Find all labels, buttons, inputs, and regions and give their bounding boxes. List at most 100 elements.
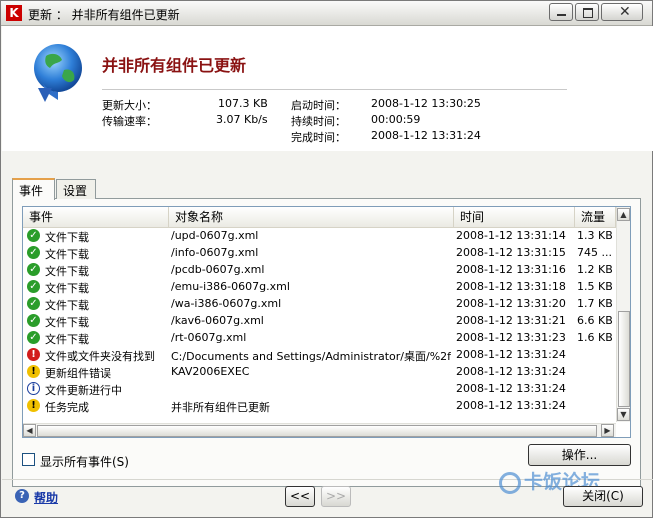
event-list[interactable]: 事件 对象名称 时间 流量 ✓ 文件下载/upd-0607g.xml 2008-1-… xyxy=(22,206,631,438)
maximize-icon xyxy=(583,8,593,18)
row-event: 文件下载 xyxy=(45,248,89,261)
row-traffic: 6.6 KB xyxy=(577,314,613,327)
scroll-left-button[interactable]: ◀ xyxy=(23,424,36,437)
row-time: 2008-1-12 13:31:24 xyxy=(456,348,566,361)
watermark-logo-icon xyxy=(499,471,521,494)
row-event: 任务完成 xyxy=(45,401,89,414)
close-icon: ✕ xyxy=(619,4,631,20)
row-object: /pcdb-0607g.xml xyxy=(171,263,265,276)
table-row[interactable]: ✓ 文件下载/rt-0607g.xml 2008-1-12 13:31:23 1.6 … xyxy=(23,330,616,347)
column-header-object[interactable]: 对象名称 xyxy=(169,207,454,227)
column-header-time[interactable]: 时间 xyxy=(454,207,575,227)
row-time: 2008-1-12 13:31:24 xyxy=(456,382,566,395)
window-title: 更新 ： 并非所有组件已更新 xyxy=(28,8,180,22)
maximize-button[interactable] xyxy=(575,3,599,21)
start-time-value: 2008-1-12 13:30:25 xyxy=(371,97,481,110)
tab-settings[interactable]: 设置 xyxy=(56,179,96,199)
row-time: 2008-1-12 13:31:24 xyxy=(456,365,566,378)
success-check-icon: ✓ xyxy=(27,280,40,293)
row-time: 2008-1-12 13:31:23 xyxy=(456,331,566,344)
update-window: K 更新 ： 并非所有组件已更新 ✕ 并非所有组件已更新 更新大小： 107.3… xyxy=(0,0,653,518)
event-rows: ✓ 文件下载/upd-0607g.xml 2008-1-12 13:31:14 1.3… xyxy=(23,228,616,415)
table-row[interactable]: ✓ 文件下载/upd-0607g.xml 2008-1-12 13:31:14 1.3… xyxy=(23,228,616,245)
vertical-scrollbar[interactable]: ▲ ▼ xyxy=(616,207,630,422)
header-divider xyxy=(102,89,567,90)
row-traffic: 745 ... xyxy=(577,246,612,259)
success-check-icon: ✓ xyxy=(27,331,40,344)
status-headline: 并非所有组件已更新 xyxy=(102,56,247,75)
help-link[interactable]: 帮助 xyxy=(34,489,58,506)
update-globe-icon xyxy=(34,44,82,102)
row-event: 文件或文件夹没有找到 xyxy=(45,350,155,363)
back-button[interactable]: << xyxy=(285,486,315,507)
success-check-icon: ✓ xyxy=(27,314,40,327)
start-time-label: 启动时间： xyxy=(291,99,346,112)
column-header-event[interactable]: 事件 xyxy=(23,207,169,227)
table-row[interactable]: i 文件更新进行中 2008-1-12 13:31:24 xyxy=(23,381,616,398)
row-event: 文件下载 xyxy=(45,333,89,346)
operation-button[interactable]: 操作... xyxy=(528,444,631,466)
success-check-icon: ✓ xyxy=(27,246,40,259)
success-check-icon: ✓ xyxy=(27,297,40,310)
column-header-traffic[interactable]: 流量 xyxy=(575,207,616,227)
row-traffic: 1.2 KB xyxy=(577,263,613,276)
row-time: 2008-1-12 13:31:15 xyxy=(456,246,566,259)
table-row[interactable]: ✓ 文件下载/info-0607g.xml 2008-1-12 13:31:15 74… xyxy=(23,245,616,262)
row-traffic: 1.7 KB xyxy=(577,297,613,310)
info-icon: i xyxy=(27,382,40,395)
horizontal-scrollbar[interactable]: ◀ ▶ xyxy=(23,423,616,437)
table-row[interactable]: ! 任务完成 并非所有组件已更新 2008-1-12 13:31:24 xyxy=(23,398,616,415)
scroll-up-button[interactable]: ▲ xyxy=(617,208,630,221)
warning-icon: ! xyxy=(27,399,40,412)
show-all-events-label[interactable]: 显示所有事件(S) xyxy=(40,453,129,470)
success-check-icon: ✓ xyxy=(27,229,40,242)
transfer-rate-value: 3.07 Kb/s xyxy=(216,113,268,126)
table-row[interactable]: ✓ 文件下载/wa-i386-0607g.xml 2008-1-12 13:31:2… xyxy=(23,296,616,313)
transfer-rate-label: 传输速率： xyxy=(102,115,157,128)
table-row[interactable]: ✓ 文件下载/emu-i386-0607g.xml 2008-1-12 13:31:… xyxy=(23,279,616,296)
title-bar[interactable]: K 更新 ： 并非所有组件已更新 ✕ xyxy=(1,1,652,26)
scroll-right-button[interactable]: ▶ xyxy=(601,424,614,437)
horizontal-scroll-thumb[interactable] xyxy=(37,425,597,437)
table-row[interactable]: ✓ 文件下载/kav6-0607g.xml 2008-1-12 13:31:21 6.… xyxy=(23,313,616,330)
minimize-button[interactable] xyxy=(549,3,573,21)
row-time: 2008-1-12 13:31:18 xyxy=(456,280,566,293)
forward-button[interactable]: >> xyxy=(321,486,351,507)
help-icon[interactable]: ? xyxy=(15,489,29,503)
row-traffic: 1.6 KB xyxy=(577,331,613,344)
row-object: /wa-i386-0607g.xml xyxy=(171,297,282,310)
row-event: 更新组件错误 xyxy=(45,367,111,380)
row-object: C:/Documents and Settings/Administrator/… xyxy=(171,350,451,363)
duration-value: 00:00:59 xyxy=(371,113,421,126)
warning-icon: ! xyxy=(27,365,40,378)
row-event: 文件更新进行中 xyxy=(45,384,122,397)
row-time: 2008-1-12 13:31:20 xyxy=(456,297,566,310)
table-row[interactable]: ✓ 文件下载/pcdb-0607g.xml 2008-1-12 13:31:16 1.… xyxy=(23,262,616,279)
success-check-icon: ✓ xyxy=(27,263,40,276)
tab-events[interactable]: 事件 xyxy=(12,178,55,200)
duration-label: 持续时间： xyxy=(291,115,346,128)
update-size-value: 107.3 KB xyxy=(218,97,268,110)
row-time: 2008-1-12 13:31:14 xyxy=(456,229,566,242)
column-header-row: 事件 对象名称 时间 流量 xyxy=(23,207,616,228)
close-window-button[interactable]: ✕ xyxy=(601,3,643,21)
row-event: 文件下载 xyxy=(45,316,89,329)
close-button[interactable]: 关闭(C) xyxy=(563,486,643,507)
row-traffic: 1.3 KB xyxy=(577,229,613,242)
show-all-events-checkbox[interactable] xyxy=(22,453,35,466)
row-object: 并非所有组件已更新 xyxy=(171,401,270,414)
table-row[interactable]: ! 更新组件错误 KAV2006EXEC 2008-1-12 13:31:24 xyxy=(23,364,616,381)
summary-header: 并非所有组件已更新 更新大小： 107.3 KB 传输速率： 3.07 Kb/s… xyxy=(2,26,653,151)
row-event: 文件下载 xyxy=(45,299,89,312)
row-time: 2008-1-12 13:31:24 xyxy=(456,399,566,412)
table-row[interactable]: ! 文件或文件夹没有找到 C:/Documents and Settings/Adm… xyxy=(23,347,616,364)
row-traffic: 1.5 KB xyxy=(577,280,613,293)
row-object: /info-0607g.xml xyxy=(171,246,259,259)
update-size-label: 更新大小： xyxy=(102,99,157,112)
scroll-down-button[interactable]: ▼ xyxy=(617,408,630,421)
row-object: KAV2006EXEC xyxy=(171,365,250,378)
row-event: 文件下载 xyxy=(45,282,89,295)
minimize-icon xyxy=(557,14,566,16)
vertical-scroll-thumb[interactable] xyxy=(618,311,630,407)
finish-time-label: 完成时间： xyxy=(291,131,346,144)
